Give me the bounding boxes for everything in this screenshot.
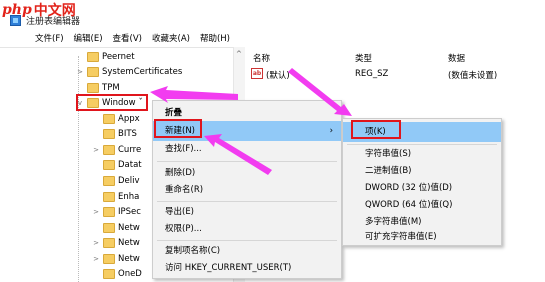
folder-icon — [87, 67, 99, 77]
folder-icon — [103, 223, 115, 233]
chevron-right-icon[interactable]: > — [76, 68, 84, 76]
tree-item-label: Curre — [118, 145, 142, 155]
tree-item-bits[interactable]: BITS — [92, 126, 137, 142]
window-title: 注册表编辑器 — [26, 17, 81, 27]
folder-icon — [103, 114, 115, 124]
annotation-box-new — [154, 119, 202, 138]
chevron-right-icon: › — [329, 126, 333, 136]
annotation-box-windows — [76, 94, 148, 111]
tree-item-netw-2[interactable]: > Netw — [92, 235, 140, 251]
folder-icon — [103, 269, 115, 279]
folder-icon — [103, 207, 115, 217]
menu-edit[interactable]: 编辑(E) — [69, 31, 108, 46]
folder-icon — [87, 83, 99, 93]
registry-icon — [10, 15, 21, 26]
tree-item-curre[interactable]: > Curre — [92, 142, 141, 158]
column-header-data[interactable]: 数据 — [448, 52, 465, 64]
tree-item-ipsec[interactable]: > IPSec — [92, 204, 141, 220]
value-type: REG_SZ — [355, 69, 389, 79]
tree-item-deliv[interactable]: Deliv — [92, 173, 140, 189]
menu-view[interactable]: 查看(V) — [108, 31, 147, 46]
title-bar — [0, 0, 545, 30]
menu-separator — [157, 161, 337, 162]
column-header-type[interactable]: 类型 — [355, 52, 372, 64]
annotation-box-key — [351, 120, 401, 139]
folder-icon — [103, 145, 115, 155]
menu-help[interactable]: 帮助(H) — [195, 31, 235, 46]
folder-icon — [103, 176, 115, 186]
context-item-find[interactable]: 查找(F)... — [153, 139, 341, 159]
tree-item-enha[interactable]: Enha — [92, 189, 139, 205]
context-item-goto-hkcu[interactable]: 访问 HKEY_CURRENT_USER(T) — [153, 258, 341, 278]
folder-icon — [103, 238, 115, 248]
value-data: (数值未设置) — [448, 71, 498, 81]
tree-item-label: BITS — [118, 129, 137, 139]
tree-item-label: Deliv — [118, 176, 140, 186]
tree-item-label: IPSec — [118, 207, 141, 217]
string-value-icon: ab — [251, 68, 263, 79]
tree-item-label: Appx — [118, 114, 140, 124]
chevron-right-icon[interactable]: > — [92, 208, 100, 216]
folder-icon — [103, 254, 115, 264]
tree-item-label: Netw — [118, 238, 140, 248]
tree-item-netw-1[interactable]: Netw — [92, 220, 140, 236]
new-item-expandable-string-value[interactable]: 可扩充字符串值(E) — [343, 227, 501, 247]
tree-item-oned[interactable]: OneD — [92, 266, 142, 282]
scroll-up-icon[interactable]: ^ — [236, 50, 242, 58]
folder-icon — [103, 129, 115, 139]
folder-icon — [87, 52, 99, 62]
tree-item-label: Netw — [118, 223, 140, 233]
chevron-right-icon[interactable]: > — [92, 146, 100, 154]
tree-item-label: Peernet — [102, 52, 135, 62]
tree-item-label: SystemCertificates — [102, 67, 183, 77]
column-header-name[interactable]: 名称 — [253, 52, 270, 64]
value-name-default[interactable]: (默认) — [266, 69, 290, 81]
chevron-right-icon[interactable]: > — [92, 239, 100, 247]
tree-item-label: OneD — [118, 269, 142, 279]
tree-item-label: Netw — [118, 254, 140, 264]
context-item-permissions[interactable]: 权限(P)... — [153, 219, 341, 239]
tree-item-label: Datat — [118, 160, 142, 170]
tree-item-systemcertificates[interactable]: > SystemCertificates — [76, 64, 182, 80]
menubar: 文件(F) 编辑(E) 查看(V) 收藏夹(A) 帮助(H) — [0, 31, 545, 46]
folder-icon — [103, 160, 115, 170]
context-item-rename[interactable]: 重命名(R) — [153, 180, 341, 200]
tree-item-label: TPM — [102, 83, 120, 93]
tree-item-label: Enha — [118, 192, 140, 202]
tree-item-netw-3[interactable]: > Netw — [92, 251, 140, 267]
menu-favorites[interactable]: 收藏夹(A) — [147, 31, 195, 46]
chevron-right-icon[interactable]: > — [92, 255, 100, 263]
tree-item-datat[interactable]: Datat — [92, 157, 142, 173]
tree-item-peernet[interactable]: Peernet — [76, 49, 135, 65]
folder-icon — [103, 192, 115, 202]
menu-file[interactable]: 文件(F) — [30, 31, 69, 46]
tree-item-appx[interactable]: Appx — [92, 111, 140, 127]
